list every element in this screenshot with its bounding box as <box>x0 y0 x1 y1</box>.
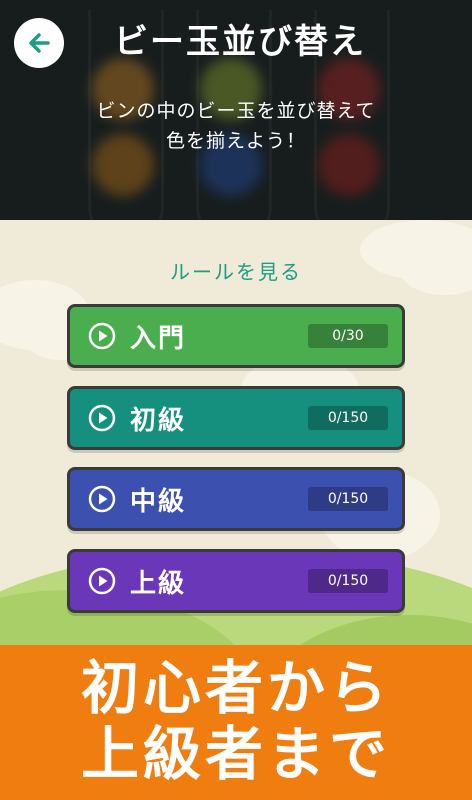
level-label: 中級 <box>130 486 187 517</box>
play-circle-icon <box>88 322 116 350</box>
page-description: ビンの中のビー玉を並び替えて 色を揃えよう！ <box>0 96 472 156</box>
description-line: ビンの中のビー玉を並び替えて <box>96 100 376 122</box>
play-circle-icon <box>88 404 116 432</box>
banner-line: 初心者から <box>80 654 391 722</box>
level-progress: 0/150 <box>308 487 388 511</box>
header: ビー玉並び替え ビンの中のビー玉を並び替えて 色を揃えよう！ <box>0 0 472 220</box>
level-intermediate-button[interactable]: 中級 0/150 <box>67 467 405 531</box>
back-button[interactable] <box>14 18 64 68</box>
level-label: 入門 <box>130 323 187 354</box>
play-circle-icon <box>88 567 116 595</box>
level-elementary-button[interactable]: 初級 0/150 <box>67 386 405 450</box>
level-label: 初級 <box>130 405 187 436</box>
view-rules-link[interactable]: ルールを見る <box>0 256 472 285</box>
level-beginner-button[interactable]: 入門 0/30 <box>67 304 405 368</box>
level-progress: 0/150 <box>308 569 388 593</box>
level-progress: 0/30 <box>308 324 388 348</box>
play-circle-icon <box>88 485 116 513</box>
level-advanced-button[interactable]: 上級 0/150 <box>67 549 405 613</box>
banner-line: 上級者まで <box>80 720 391 788</box>
page-title: ビー玉並び替え <box>114 22 366 62</box>
description-line: 色を揃えよう！ <box>165 130 306 152</box>
level-progress: 0/150 <box>308 406 388 430</box>
arrow-left-icon <box>29 33 50 53</box>
promo-banner: 初心者から 上級者まで <box>0 645 472 800</box>
level-label: 上級 <box>130 568 187 599</box>
